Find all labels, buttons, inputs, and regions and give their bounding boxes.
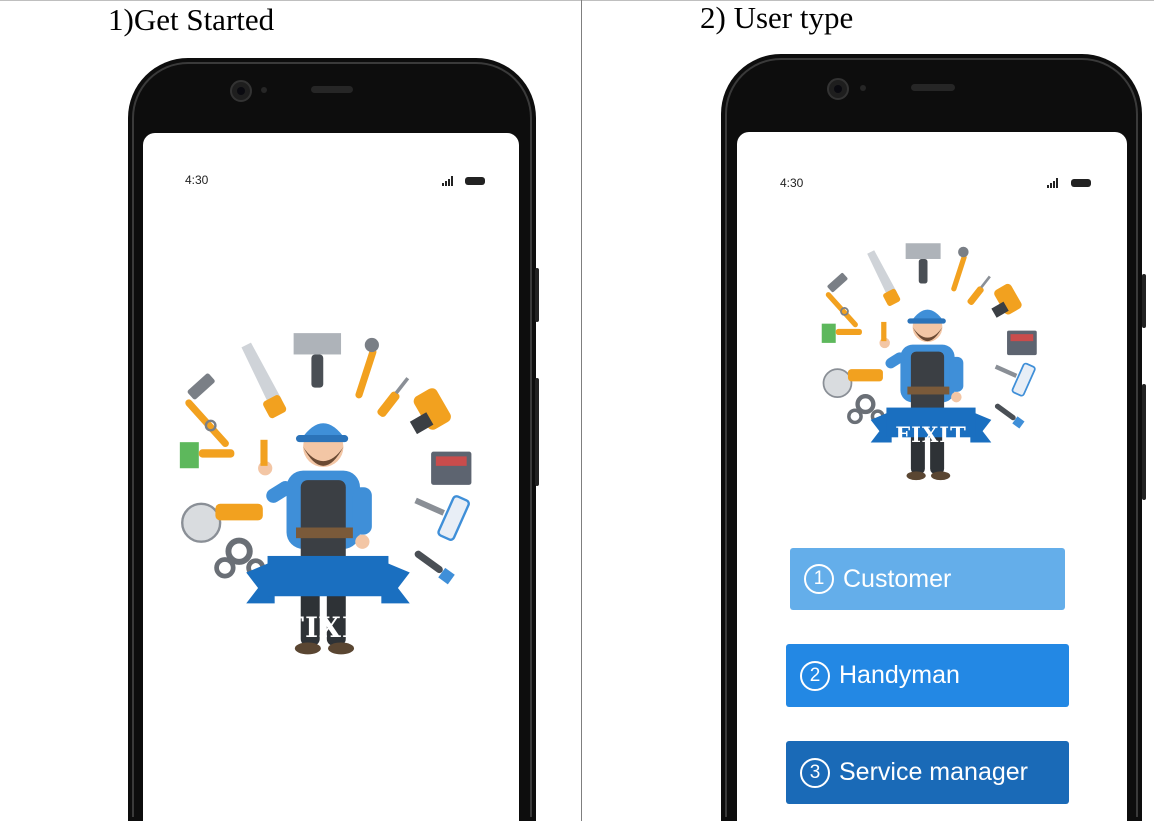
- handyman-illustration: [821, 243, 1037, 481]
- number-circle-icon: 3: [800, 757, 830, 788]
- battery-icon: [465, 177, 485, 185]
- paint-roller-icon: [994, 362, 1036, 397]
- option-label: Customer: [843, 564, 952, 593]
- signal-bars-icon: [442, 176, 456, 186]
- sensor-dot: [261, 87, 267, 93]
- screwdriver-icon: [967, 275, 991, 306]
- service-manager-option-button[interactable]: 3 Service manager: [786, 741, 1069, 804]
- battery-icon: [1071, 179, 1091, 187]
- left-screen: 4:30 FIXIT: [143, 133, 519, 821]
- option-label: Handyman: [839, 661, 960, 689]
- front-camera-icon: [827, 78, 849, 100]
- saw-icon: [867, 250, 901, 306]
- status-time: 4:30: [780, 176, 804, 190]
- volume-button: [535, 268, 539, 322]
- hammer-icon: [825, 273, 858, 328]
- front-camera-icon: [230, 80, 252, 102]
- fixit-logo-text: FIXIT: [284, 611, 378, 644]
- drill-icon: [409, 388, 451, 435]
- option-label: Service manager: [839, 758, 1028, 786]
- angle-grinder-icon: [822, 368, 883, 398]
- status-time: 4:30: [185, 173, 209, 187]
- right-phone-frame: 4:30 FIXIT 1 Customer 2 Handyman 3 Servi…: [721, 54, 1142, 821]
- paint-bucket-icon: [1007, 330, 1037, 356]
- earpiece-speaker: [911, 84, 955, 91]
- caption-user-type: 2) User type: [700, 0, 854, 35]
- number-circle-icon: 1: [804, 564, 834, 594]
- handyman-option-button[interactable]: 2 Handyman: [786, 644, 1069, 707]
- wrench-icon: [951, 246, 969, 292]
- hammer-icon: [185, 373, 229, 448]
- small-brush-icon: [994, 403, 1025, 429]
- fixit-banner-icon: [246, 555, 410, 604]
- customer-option-button[interactable]: 1 Customer: [790, 548, 1065, 610]
- drill-icon: [991, 283, 1022, 318]
- top-border-line: [0, 0, 1154, 1]
- screwdriver-icon: [377, 377, 410, 417]
- scraper-icon: [293, 333, 342, 388]
- paint-bucket-icon: [431, 451, 472, 485]
- number-circle-icon: 2: [800, 660, 830, 691]
- left-phone-frame: 4:30 FIXIT: [128, 58, 536, 821]
- power-button: [535, 378, 539, 486]
- caption-get-started: 1)Get Started: [108, 2, 275, 37]
- saw-icon: [241, 342, 287, 419]
- column-divider: [581, 0, 582, 821]
- scraper-icon: [905, 243, 941, 284]
- wrench-icon: [355, 337, 379, 399]
- right-screen: 4:30 FIXIT 1 Customer 2 Handyman 3 Servi…: [737, 132, 1127, 821]
- signal-bars-icon: [1047, 178, 1061, 188]
- power-button: [1142, 384, 1146, 500]
- handyman-figure-icon: [879, 309, 964, 481]
- earpiece-speaker: [311, 86, 353, 93]
- fixit-logo-text: FIXIT: [895, 422, 967, 447]
- angle-grinder-icon: [181, 502, 263, 543]
- sensor-dot: [860, 85, 866, 91]
- paint-roller-icon: [414, 495, 470, 541]
- volume-button: [1142, 274, 1146, 328]
- small-brush-icon: [414, 550, 455, 585]
